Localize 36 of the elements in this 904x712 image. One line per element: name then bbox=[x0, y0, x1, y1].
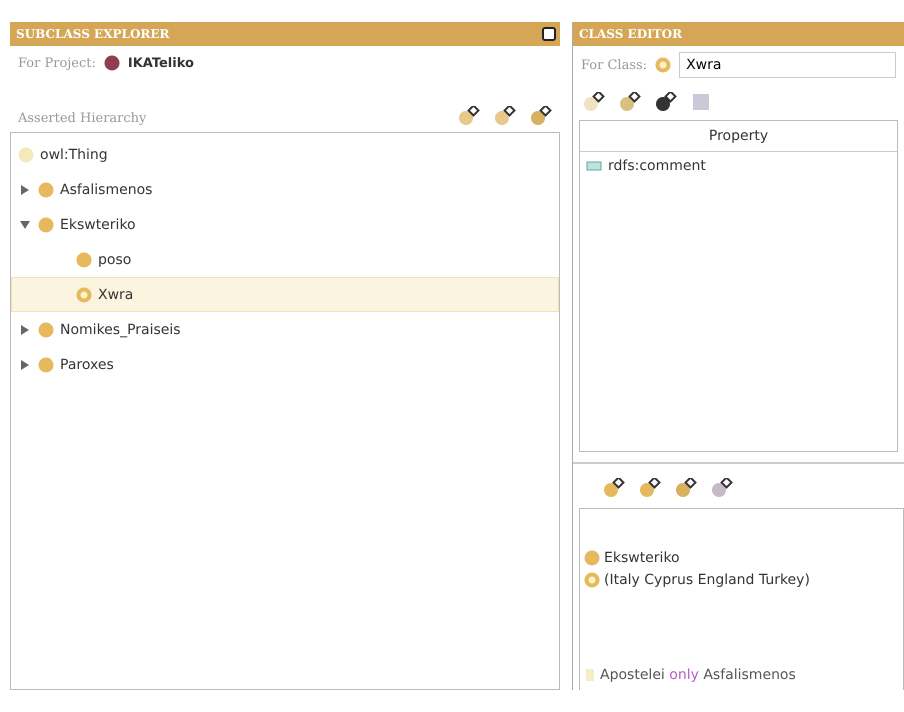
project-label: For Project: bbox=[18, 56, 96, 70]
project-icon bbox=[104, 55, 120, 71]
class-icon bbox=[38, 216, 54, 232]
condition-text: Apostelei only Asfalismenos bbox=[600, 667, 796, 683]
condition-text: Ekswteriko bbox=[604, 550, 680, 566]
property-name: rdfs:comment bbox=[608, 158, 706, 174]
class-icon bbox=[38, 322, 54, 338]
panel-title: SUBCLASS EXPLORER bbox=[16, 27, 170, 41]
tree-item[interactable]: Asfalismenos bbox=[11, 172, 559, 207]
hierarchy-label: Asserted Hierarchy bbox=[18, 111, 146, 126]
tree-item[interactable]: Paroxes bbox=[11, 347, 559, 382]
class-icon bbox=[76, 252, 92, 268]
project-name: IKATeliko bbox=[128, 56, 194, 70]
tree-item[interactable]: poso bbox=[11, 242, 559, 277]
column-header: Property bbox=[580, 121, 897, 152]
expand-icon[interactable] bbox=[20, 324, 30, 334]
class-label: For Class: bbox=[581, 58, 648, 72]
class-icon bbox=[38, 356, 54, 372]
class-icon bbox=[38, 182, 54, 198]
tree-item[interactable]: owl:Thing bbox=[11, 137, 559, 172]
tree-item[interactable]: Ekswteriko bbox=[11, 207, 559, 242]
expand-icon[interactable] bbox=[20, 184, 30, 194]
expand-icon[interactable] bbox=[20, 360, 30, 370]
class-icon bbox=[76, 286, 92, 302]
collapse-icon[interactable] bbox=[20, 220, 30, 230]
tree-item[interactable]: Nomikes_Praiseis bbox=[11, 312, 559, 347]
panel-title: CLASS EDITOR bbox=[579, 27, 682, 41]
class-icon bbox=[584, 550, 600, 566]
annotation-property-icon bbox=[586, 161, 602, 171]
condition-text: (Italy Cyprus England Turkey) bbox=[604, 572, 810, 588]
class-icon bbox=[655, 57, 672, 73]
class-name-field[interactable]: Xwra bbox=[679, 52, 896, 78]
tree-item[interactable]: Xwra bbox=[11, 277, 559, 312]
maximize-icon[interactable] bbox=[542, 27, 556, 41]
class-icon bbox=[18, 146, 34, 162]
enumeration-icon bbox=[584, 572, 600, 588]
